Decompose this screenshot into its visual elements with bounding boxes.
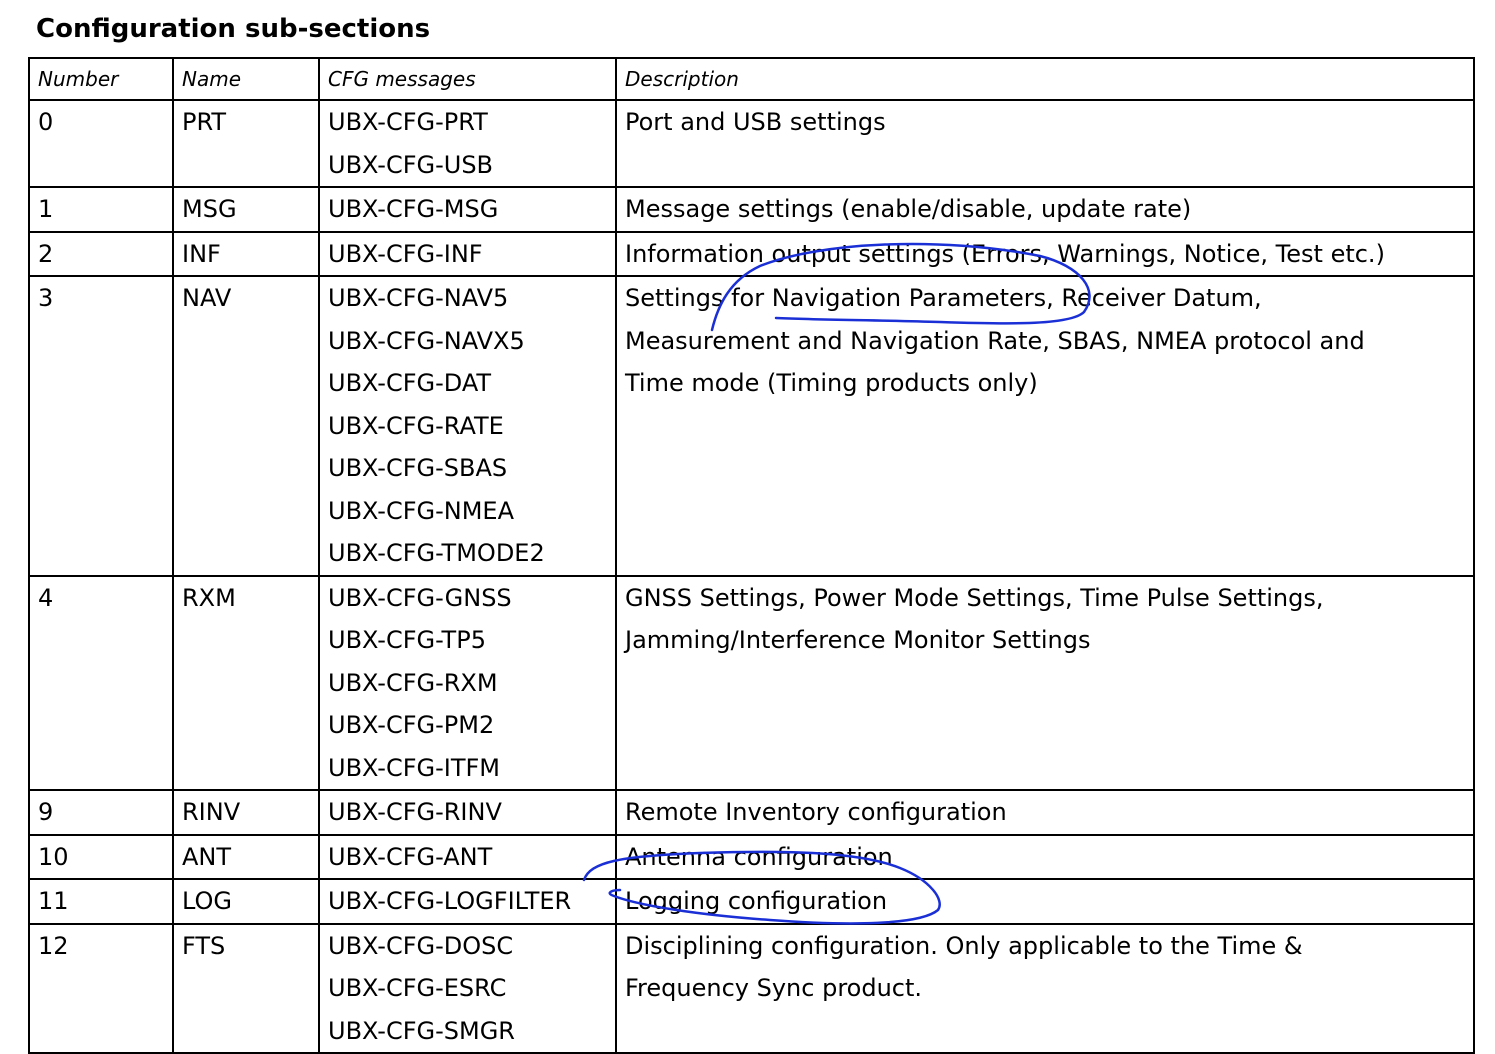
cfg-message: UBX-CFG-SBAS xyxy=(328,454,508,482)
cell-number: 1 xyxy=(28,186,174,233)
cell-description: Message settings (enable/disable, update… xyxy=(615,186,1475,233)
description-line: Port and USB settings xyxy=(625,108,886,136)
table-body: 0 PRT UBX-CFG-PRT UBX-CFG-USB Port and USB s… xyxy=(28,99,1475,1054)
cell-name: MSG xyxy=(172,186,320,233)
cell-number: 3 xyxy=(28,275,174,577)
table-row: 11 LOG UBX-CFG-LOGFILTER Logging configurat… xyxy=(28,878,1475,925)
cfg-message: UBX-CFG-PM2 xyxy=(328,711,495,739)
cell-name: ANT xyxy=(172,833,320,880)
cfg-message: UBX-CFG-NAV5 xyxy=(328,284,509,312)
cfg-message: UBX-CFG-ESRC xyxy=(328,974,507,1002)
cfg-message: UBX-CFG-RINV xyxy=(328,798,502,826)
cfg-message: UBX-CFG-TP5 xyxy=(328,626,486,654)
cell-description: Settings for Navigation Parameters, Rece… xyxy=(615,275,1475,577)
cell-description: GNSS Settings, Power Mode Settings, Time… xyxy=(615,574,1475,791)
description-line: Settings for Navigation Parameters, Rece… xyxy=(625,284,1262,312)
cell-cfg-messages: UBX-CFG-ANT xyxy=(318,833,617,880)
cell-description: Port and USB settings xyxy=(615,99,1475,188)
cell-cfg-messages: UBX-CFG-MSG xyxy=(318,186,617,233)
description-line: Time mode (Timing products only) xyxy=(625,369,1038,397)
cell-cfg-messages: UBX-CFG-INF xyxy=(318,230,617,277)
cfg-message: UBX-CFG-NAVX5 xyxy=(328,326,525,355)
description-line: Remote Inventory configuration xyxy=(625,798,1007,826)
cell-cfg-messages: UBX-CFG-DOSC UBX-CFG-ESRC UBX-CFG-SMGR xyxy=(318,922,617,1054)
cell-cfg-messages: UBX-CFG-PRT UBX-CFG-USB xyxy=(318,99,617,188)
cell-number: 2 xyxy=(28,230,174,277)
cell-description: Disciplining configuration. Only applica… xyxy=(615,922,1475,1054)
description-line: Disciplining configuration. Only applica… xyxy=(625,931,1303,960)
cfg-message: UBX-CFG-GNSS xyxy=(328,583,512,612)
table-row: 10 ANT UBX-CFG-ANT Antenna configuration xyxy=(28,833,1475,880)
cfg-message: UBX-CFG-PRT xyxy=(328,108,488,136)
table-row: 4 RXM UBX-CFG-GNSS UBX-CFG-TP5 UBX-CFG-RXM UB… xyxy=(28,574,1475,791)
cell-cfg-messages: UBX-CFG-RINV xyxy=(318,789,617,836)
cfg-message: UBX-CFG-RXM xyxy=(328,668,498,697)
cell-name: RXM xyxy=(172,574,320,791)
cfg-message: UBX-CFG-RATE xyxy=(328,411,504,440)
cell-number: 4 xyxy=(28,574,174,791)
cfg-message: UBX-CFG-ITFM xyxy=(328,753,501,782)
header-name: Name xyxy=(172,57,320,101)
cell-cfg-messages: UBX-CFG-GNSS UBX-CFG-TP5 UBX-CFG-RXM UBX-CF… xyxy=(318,574,617,791)
cfg-message: UBX-CFG-TMODE2 xyxy=(328,539,545,567)
cfg-message: UBX-CFG-DAT xyxy=(328,369,492,397)
header-cfg-messages: CFG messages xyxy=(318,57,617,101)
description-line: Measurement and Navigation Rate, SBAS, N… xyxy=(625,326,1365,355)
cell-name: LOG xyxy=(172,878,320,925)
cell-description: Information output settings (Errors, War… xyxy=(615,230,1475,277)
description-line: GNSS Settings, Power Mode Settings, Time… xyxy=(625,583,1324,612)
config-subsections-table: Number Name CFG messages Description 0 PR… xyxy=(28,57,1475,1054)
cell-number: 10 xyxy=(28,833,174,880)
description-line: Frequency Sync product. xyxy=(625,974,923,1002)
cfg-message: UBX-CFG-ANT xyxy=(328,842,493,871)
cell-name: PRT xyxy=(172,99,320,188)
cell-name: NAV xyxy=(172,275,320,577)
cell-description: Logging configuration xyxy=(615,878,1475,925)
description-line: Information output settings (Errors, War… xyxy=(625,239,1385,268)
description-line: Antenna configuration xyxy=(625,842,893,871)
cfg-message: UBX-CFG-LOGFILTER xyxy=(328,887,572,915)
table-row: 1 MSG UBX-CFG-MSG Message settings (enable/… xyxy=(28,186,1475,233)
table-row: 3 NAV UBX-CFG-NAV5 UBX-CFG-NAVX5 UBX-CFG-DAT… xyxy=(28,275,1475,577)
cell-name: RINV xyxy=(172,789,320,836)
cfg-message: UBX-CFG-NMEA xyxy=(328,496,514,525)
cell-description: Remote Inventory configuration xyxy=(615,789,1475,836)
table-row: 12 FTS UBX-CFG-DOSC UBX-CFG-ESRC UBX-CFG-SMG… xyxy=(28,922,1475,1054)
cell-cfg-messages: UBX-CFG-NAV5 UBX-CFG-NAVX5 UBX-CFG-DAT UBX-… xyxy=(318,275,617,577)
description-line: Message settings (enable/disable, update… xyxy=(625,195,1192,223)
cell-cfg-messages: UBX-CFG-LOGFILTER xyxy=(318,878,617,925)
table-header-row: Number Name CFG messages Description xyxy=(28,57,1475,101)
cell-number: 11 xyxy=(28,878,174,925)
table-row: 9 RINV UBX-CFG-RINV Remote Inventory config… xyxy=(28,789,1475,836)
header-number: Number xyxy=(28,57,174,101)
cfg-message: UBX-CFG-MSG xyxy=(328,195,499,223)
cfg-message: UBX-CFG-DOSC xyxy=(328,931,514,960)
section-title: Configuration sub-sections xyxy=(36,14,431,44)
cell-name: INF xyxy=(172,230,320,277)
table-row: 2 INF UBX-CFG-INF Information output settin… xyxy=(28,230,1475,277)
cell-number: 0 xyxy=(28,99,174,188)
cell-description: Antenna configuration xyxy=(615,833,1475,880)
table-row: 0 PRT UBX-CFG-PRT UBX-CFG-USB Port and USB s… xyxy=(28,99,1475,188)
description-line: Jamming/Interference Monitor Settings xyxy=(625,626,1091,654)
cell-number: 12 xyxy=(28,922,174,1054)
header-description: Description xyxy=(615,57,1475,101)
cfg-message: UBX-CFG-USB xyxy=(328,150,494,179)
cfg-message: UBX-CFG-INF xyxy=(328,239,483,268)
cell-number: 9 xyxy=(28,789,174,836)
description-line: Logging configuration xyxy=(625,887,888,915)
cell-name: FTS xyxy=(172,922,320,1054)
